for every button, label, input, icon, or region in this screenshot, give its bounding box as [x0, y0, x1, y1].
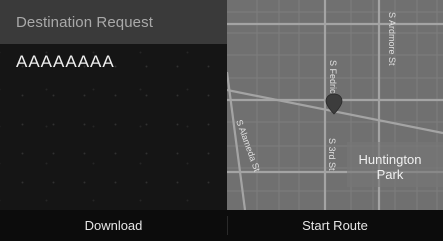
header-bar: Destination Request: [0, 0, 227, 44]
action-bar: Download Start Route: [0, 210, 443, 241]
download-button[interactable]: Download: [0, 210, 227, 241]
destination-name: AAAAAAAA: [16, 52, 115, 71]
map-canvas: S Ardmore St S Fedric St S Alameda St S …: [227, 0, 443, 210]
page-title: Destination Request: [16, 14, 153, 31]
area-label-line2: Park: [377, 167, 404, 182]
area-label-line1: Huntington: [359, 152, 422, 167]
street-label-ardmore: S Ardmore St: [387, 12, 397, 66]
start-route-button[interactable]: Start Route: [227, 210, 443, 241]
destination-info-panel: Destination Request AAAAAAAA: [0, 0, 227, 210]
map-preview[interactable]: S Ardmore St S Fedric St S Alameda St S …: [227, 0, 443, 210]
street-label-3rd: S 3rd St: [327, 138, 337, 171]
destination-request-screen: Destination Request AAAAAAAA S Ardmore S…: [0, 0, 443, 241]
